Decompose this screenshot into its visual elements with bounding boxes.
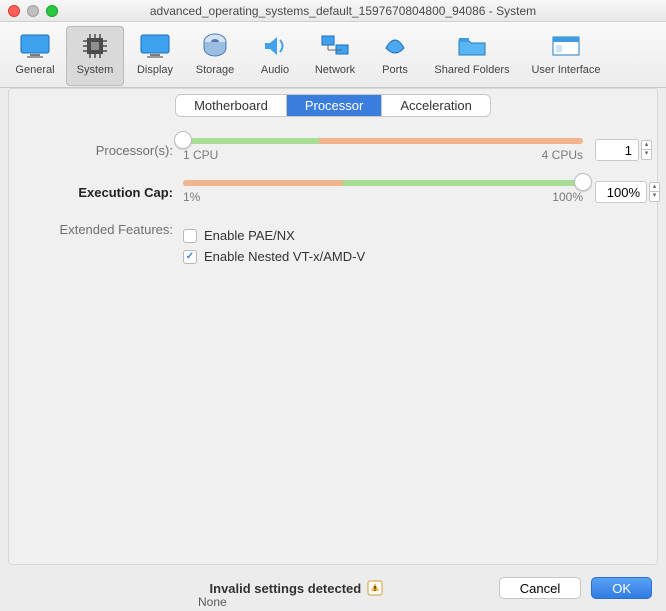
status-message: Invalid settings detected (104, 580, 489, 596)
subtab-bar: Motherboard Processor Acceleration (23, 95, 643, 116)
scale-min: 1% (183, 190, 200, 204)
ui-icon (550, 30, 582, 62)
ok-button[interactable]: OK (591, 577, 652, 599)
toolbar-general[interactable]: General (6, 26, 64, 86)
step-up-icon[interactable]: ▴ (649, 182, 660, 192)
window-title: advanced_operating_systems_default_15976… (28, 4, 658, 18)
toolbar-storage[interactable]: Storage (186, 26, 244, 86)
toolbar-label: Display (137, 64, 173, 76)
toolbar-label: User Interface (531, 64, 600, 76)
pae-label: Enable PAE/NX (204, 228, 295, 243)
ports-icon (379, 30, 411, 62)
chip-icon (79, 30, 111, 62)
nested-checkbox-row[interactable]: Enable Nested VT-x/AMD-V (183, 249, 643, 264)
processor-label: Processor(s): (23, 143, 183, 158)
slider-knob[interactable] (574, 173, 592, 191)
speaker-icon (259, 30, 291, 62)
processor-count-input[interactable] (595, 139, 639, 161)
warning-icon[interactable] (367, 580, 383, 596)
tab-acceleration[interactable]: Acceleration (382, 95, 490, 116)
toolbar-audio[interactable]: Audio (246, 26, 304, 86)
pae-checkbox-row[interactable]: Enable PAE/NX (183, 228, 643, 243)
processor-slider[interactable]: 1 CPU 4 CPUs (183, 138, 583, 162)
scale-max: 100% (552, 190, 583, 204)
toolbar-network[interactable]: Network (306, 26, 364, 86)
toolbar-label: Network (315, 64, 355, 76)
exec-cap-input[interactable] (595, 181, 647, 203)
checkbox-checked-icon[interactable] (183, 250, 197, 264)
close-icon[interactable] (8, 5, 20, 17)
footer: Invalid settings detected Cancel OK (0, 565, 666, 611)
toolbar-display[interactable]: Display (126, 26, 184, 86)
folder-icon (456, 30, 488, 62)
slider-knob[interactable] (174, 131, 192, 149)
toolbar-label: General (15, 64, 54, 76)
processor-form: Processor(s): 1 CPU 4 CPUs ▴ ▾ (23, 138, 643, 264)
extended-label: Extended Features: (23, 222, 183, 237)
titlebar: advanced_operating_systems_default_15976… (0, 0, 666, 22)
toolbar-user-interface[interactable]: User Interface (520, 26, 612, 86)
toolbar-label: Shared Folders (434, 64, 509, 76)
disk-icon (199, 30, 231, 62)
toolbar-label: Ports (382, 64, 408, 76)
toolbar-label: Audio (261, 64, 289, 76)
content-panel: Motherboard Processor Acceleration Proce… (8, 88, 658, 565)
processor-row: Processor(s): 1 CPU 4 CPUs ▴ ▾ (23, 138, 643, 162)
processor-stepper[interactable]: ▴ ▾ (641, 140, 652, 160)
toolbar-label: Storage (196, 64, 235, 76)
nested-label: Enable Nested VT-x/AMD-V (204, 249, 365, 264)
exec-cap-row: Execution Cap: 1% 100% ▴ ▾ (23, 180, 643, 204)
monitor-icon (19, 30, 51, 62)
tab-processor[interactable]: Processor (287, 95, 383, 116)
checkbox-icon[interactable] (183, 229, 197, 243)
exec-cap-label: Execution Cap: (23, 185, 183, 200)
toolbar-system[interactable]: System (66, 26, 124, 86)
network-icon (319, 30, 351, 62)
toolbar-shared-folders[interactable]: Shared Folders (426, 26, 518, 86)
exec-cap-slider[interactable]: 1% 100% (183, 180, 583, 204)
exec-cap-stepper[interactable]: ▴ ▾ (649, 182, 660, 202)
step-up-icon[interactable]: ▴ (641, 140, 652, 150)
step-down-icon[interactable]: ▾ (649, 192, 660, 202)
scale-max: 4 CPUs (542, 148, 583, 162)
extended-row: Extended Features: Enable PAE/NX Enable … (23, 222, 643, 264)
toolbar-label: System (77, 64, 114, 76)
step-down-icon[interactable]: ▾ (641, 150, 652, 160)
toolbar: General System Display Storage Audio Net… (0, 22, 666, 88)
cancel-button[interactable]: Cancel (499, 577, 581, 599)
display-icon (139, 30, 171, 62)
toolbar-ports[interactable]: Ports (366, 26, 424, 86)
scale-min: 1 CPU (183, 148, 218, 162)
background-text: None (198, 595, 227, 609)
tab-motherboard[interactable]: Motherboard (176, 95, 287, 116)
